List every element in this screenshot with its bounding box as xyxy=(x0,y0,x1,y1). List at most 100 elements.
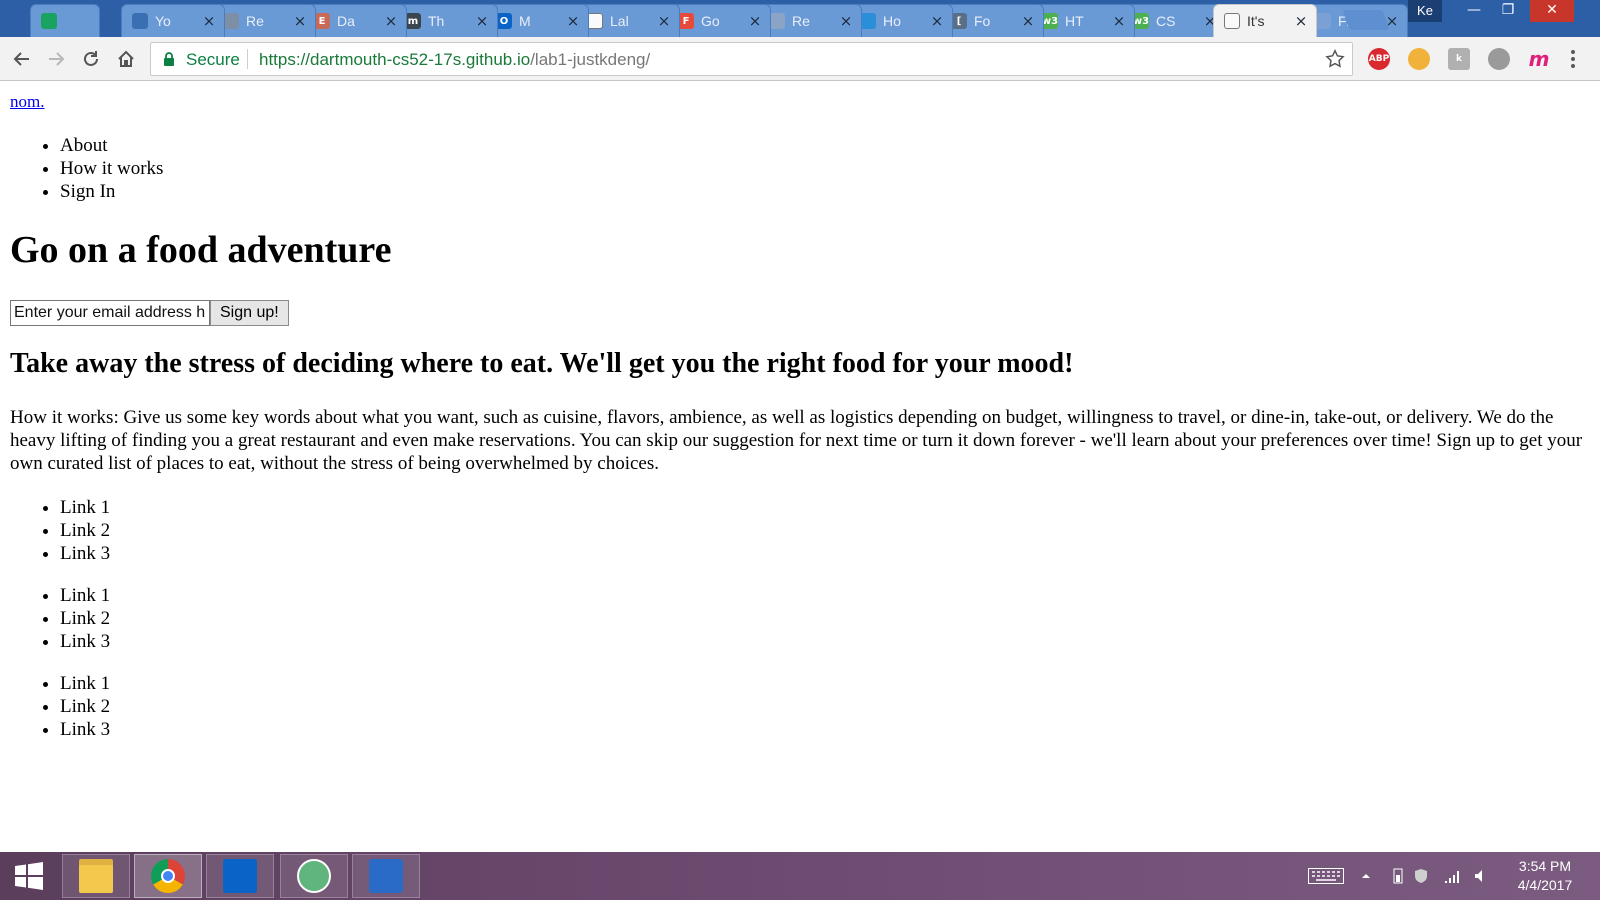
signup-button[interactable]: Sign up! xyxy=(210,300,289,326)
powershell-icon xyxy=(369,859,403,893)
close-tab-icon[interactable]: × xyxy=(1112,12,1126,30)
browser-tab[interactable]: Lal × xyxy=(576,4,680,37)
tampermonkey-icon[interactable] xyxy=(1408,48,1430,70)
close-tab-icon[interactable]: × xyxy=(475,12,489,30)
nav-item-how-it-works[interactable]: How it works xyxy=(60,157,163,180)
back-button[interactable] xyxy=(8,45,36,73)
w3-icon: w3 xyxy=(1042,13,1058,29)
browser-tab[interactable]: F Go × xyxy=(667,4,771,37)
browser-tab[interactable]: O M × xyxy=(485,4,589,37)
home-button[interactable] xyxy=(112,45,140,73)
email-field[interactable] xyxy=(10,300,210,326)
taskbar-app[interactable] xyxy=(352,854,420,898)
link-list-1: Link 1 Link 2 Link 3 xyxy=(60,496,110,565)
close-tab-icon[interactable]: × xyxy=(566,12,580,30)
show-hidden-icons-icon[interactable] xyxy=(1360,868,1372,884)
taskbar-app[interactable] xyxy=(62,854,130,898)
link-list-3: Link 1 Link 2 Link 3 xyxy=(60,672,110,741)
k-extension-icon[interactable]: k xyxy=(1448,48,1470,70)
signal-icon[interactable] xyxy=(1444,868,1460,884)
new-tab-button[interactable] xyxy=(1342,10,1390,30)
link-item[interactable]: Link 1 xyxy=(60,584,110,607)
browser-tab[interactable]: It's × xyxy=(1213,4,1317,37)
profile-button[interactable]: Ke xyxy=(1408,0,1442,22)
m-icon: m xyxy=(405,13,421,29)
nav-item-about[interactable]: About xyxy=(60,134,163,157)
system-clock[interactable]: 3:54 PM 4/4/2017 xyxy=(1500,857,1590,895)
browser-tab[interactable]: w3 CS × xyxy=(1122,4,1226,37)
taskbar-app[interactable] xyxy=(206,854,274,898)
link-item[interactable]: Link 2 xyxy=(60,695,110,718)
close-tab-icon[interactable]: × xyxy=(293,12,307,30)
close-window-button[interactable]: ✕ xyxy=(1530,0,1574,22)
outlook-icon: O xyxy=(496,13,512,29)
chrome-menu-icon[interactable] xyxy=(1570,48,1576,70)
link-item[interactable]: Link 2 xyxy=(60,519,110,542)
how-it-works-paragraph: How it works: Give us some key words abo… xyxy=(10,407,1583,474)
browser-tab[interactable]: Re × xyxy=(212,4,316,37)
tab-title: M xyxy=(519,13,531,29)
link-item[interactable]: Link 1 xyxy=(60,672,110,695)
close-tab-icon[interactable]: × xyxy=(202,12,216,30)
battery-icon[interactable] xyxy=(1392,868,1404,884)
browser-tab[interactable]: m Th × xyxy=(394,4,498,37)
close-tab-icon[interactable]: × xyxy=(930,12,944,30)
browser-tab[interactable]: Re × xyxy=(758,4,862,37)
spinner-icon xyxy=(1315,13,1331,29)
browser-tab[interactable]: w3 HT × xyxy=(1031,4,1135,37)
close-tab-icon[interactable]: × xyxy=(657,12,671,30)
keyboard-icon[interactable] xyxy=(1308,868,1344,884)
link-item[interactable]: Link 3 xyxy=(60,718,110,741)
link-item[interactable]: Link 2 xyxy=(60,607,110,630)
tagline-heading: Take away the stress of deciding where t… xyxy=(10,348,1074,379)
puzzle-icon[interactable] xyxy=(1488,48,1510,70)
brand-link[interactable]: nom. xyxy=(10,92,44,112)
browser-toolbar: Secure https://dartmouth-cs52-17s.github… xyxy=(0,37,1600,81)
taskbar-app[interactable] xyxy=(134,854,202,898)
bracket-icon: [ xyxy=(951,13,967,29)
browser-tab[interactable]: Yo × xyxy=(121,4,225,37)
green-n-icon xyxy=(41,13,57,29)
tab-title: Lal xyxy=(610,13,629,29)
browser-tab[interactable]: E Da × xyxy=(303,4,407,37)
url-text[interactable]: https://dartmouth-cs52-17s.github.io/lab… xyxy=(259,50,650,70)
nav-item-sign-in[interactable]: Sign In xyxy=(60,180,163,203)
start-button[interactable] xyxy=(0,854,58,898)
reload-button[interactable] xyxy=(77,45,105,73)
taskbar-app[interactable] xyxy=(280,854,348,898)
browser-tab[interactable] xyxy=(30,4,100,37)
tab-title: Re xyxy=(792,13,810,29)
minimize-button[interactable]: — xyxy=(1458,0,1490,22)
shield-icon[interactable] xyxy=(1414,868,1428,884)
cube-icon xyxy=(223,13,239,29)
home-icon xyxy=(118,50,134,67)
browser-tab[interactable]: [Fo × xyxy=(940,4,1044,37)
close-tab-icon[interactable]: × xyxy=(748,12,762,30)
bookmark-star-icon[interactable] xyxy=(1324,48,1346,70)
m-extension-icon[interactable]: m xyxy=(1528,47,1550,71)
url-base: https://dartmouth-cs52-17s.github.io xyxy=(259,50,531,69)
link-item[interactable]: Link 3 xyxy=(60,630,110,653)
close-tab-icon[interactable]: × xyxy=(1021,12,1035,30)
wave-icon xyxy=(132,13,148,29)
browser-tab[interactable]: Ho × xyxy=(849,4,953,37)
tab-title: Yo xyxy=(155,13,171,29)
tab-title: Go xyxy=(701,13,720,29)
reddit-icon xyxy=(769,13,785,29)
tab-title: CS xyxy=(1156,13,1176,29)
tab-title: It's xyxy=(1247,13,1265,29)
close-tab-icon[interactable]: × xyxy=(839,12,853,30)
adblock-icon[interactable]: ABP xyxy=(1368,48,1390,70)
restore-button[interactable]: ❐ xyxy=(1492,0,1524,22)
nav-list: About How it works Sign In xyxy=(60,134,163,203)
close-tab-icon[interactable]: × xyxy=(384,12,398,30)
address-bar[interactable]: Secure https://dartmouth-cs52-17s.github… xyxy=(150,42,1353,76)
secure-label: Secure xyxy=(186,50,240,69)
volume-icon[interactable] xyxy=(1474,868,1488,884)
forward-button[interactable] xyxy=(42,45,70,73)
link-item[interactable]: Link 1 xyxy=(60,496,110,519)
close-tab-icon[interactable]: × xyxy=(1294,12,1308,30)
forward-arrow-icon xyxy=(49,52,65,66)
omnibox-divider xyxy=(247,49,248,69)
link-item[interactable]: Link 3 xyxy=(60,542,110,565)
